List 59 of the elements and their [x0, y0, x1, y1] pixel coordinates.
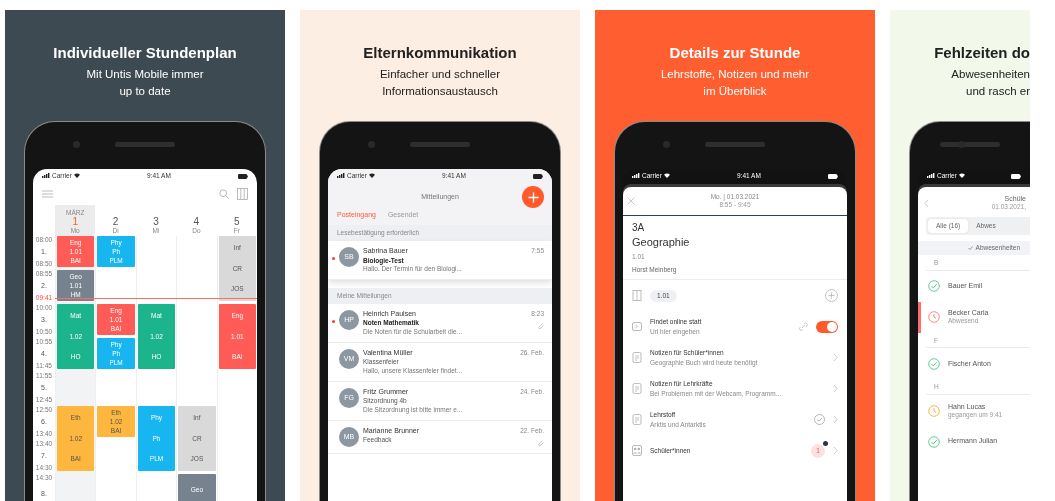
- wifi-icon: [368, 173, 375, 179]
- promo-subtitle: Mit Untis Mobile immer: [86, 67, 204, 82]
- speaker-slot: [705, 142, 765, 147]
- door-icon: [632, 290, 642, 302]
- promo-subtitle: Informationsaustausch: [382, 84, 498, 99]
- promo-subtitle: im Überblick: [703, 84, 767, 99]
- check-circle-icon: [814, 414, 825, 426]
- wifi-icon: [663, 173, 670, 179]
- promo-title: Fehlzeiten do: [934, 44, 1030, 62]
- chevron-right-icon[interactable]: [833, 446, 838, 456]
- search-icon[interactable]: [219, 189, 229, 199]
- promo-subtitle: und rasch er: [966, 84, 1030, 99]
- chevron-right-icon[interactable]: [833, 415, 838, 425]
- battery-icon: [1011, 173, 1021, 179]
- speaker-slot: [115, 142, 175, 147]
- class-name: 3A: [632, 221, 646, 234]
- add-circle-icon[interactable]: [825, 289, 838, 303]
- day-number: 4: [193, 216, 200, 227]
- back-icon[interactable]: [924, 198, 929, 208]
- add-button[interactable]: [522, 186, 544, 208]
- promo-subtitle: Einfacher und schneller: [379, 67, 501, 82]
- note-icon: [632, 414, 642, 426]
- columns-icon[interactable]: [237, 188, 248, 200]
- day-number: 2: [112, 216, 119, 227]
- promo-title: Elternkommunikation: [363, 44, 517, 62]
- signal-icon: [42, 173, 50, 179]
- subject-name: Geographie: [632, 235, 691, 249]
- dot-icon: [823, 440, 828, 446]
- video-icon: [632, 321, 642, 333]
- battery-icon: [533, 173, 543, 179]
- signal-icon: [927, 173, 935, 179]
- camera-dot: [958, 141, 965, 148]
- note-icon: [632, 352, 642, 364]
- menu-icon[interactable]: [42, 190, 53, 198]
- wifi-icon: [73, 173, 80, 179]
- check-icon: [967, 245, 973, 250]
- signal-icon: [337, 173, 345, 179]
- note-icon: [632, 383, 642, 395]
- battery-icon: [238, 173, 248, 179]
- people-icon: [632, 445, 642, 457]
- plus-icon: [527, 191, 539, 203]
- promo-subtitle: Lehrstoffe, Notizen und mehr: [660, 67, 810, 82]
- promo-title: Details zur Stunde: [669, 44, 801, 62]
- online-toggle[interactable]: [816, 320, 838, 333]
- chevron-right-icon[interactable]: [833, 384, 838, 394]
- promo-title: Individueller Stundenplan: [53, 44, 237, 62]
- battery-icon: [828, 173, 838, 179]
- day-number: 3: [153, 216, 159, 227]
- chevron-right-icon[interactable]: [833, 353, 838, 363]
- promo-subtitle: up to date: [119, 84, 171, 99]
- speaker-slot: [410, 142, 470, 147]
- link-icon: [799, 322, 808, 332]
- signal-icon: [632, 173, 640, 179]
- day-number: 5: [234, 216, 240, 227]
- close-icon[interactable]: [627, 196, 635, 205]
- speaker-slot: [940, 142, 1000, 147]
- promo-subtitle: Abwesenheiten: [951, 67, 1030, 82]
- day-number: 1: [72, 216, 78, 227]
- wifi-icon: [958, 173, 965, 179]
